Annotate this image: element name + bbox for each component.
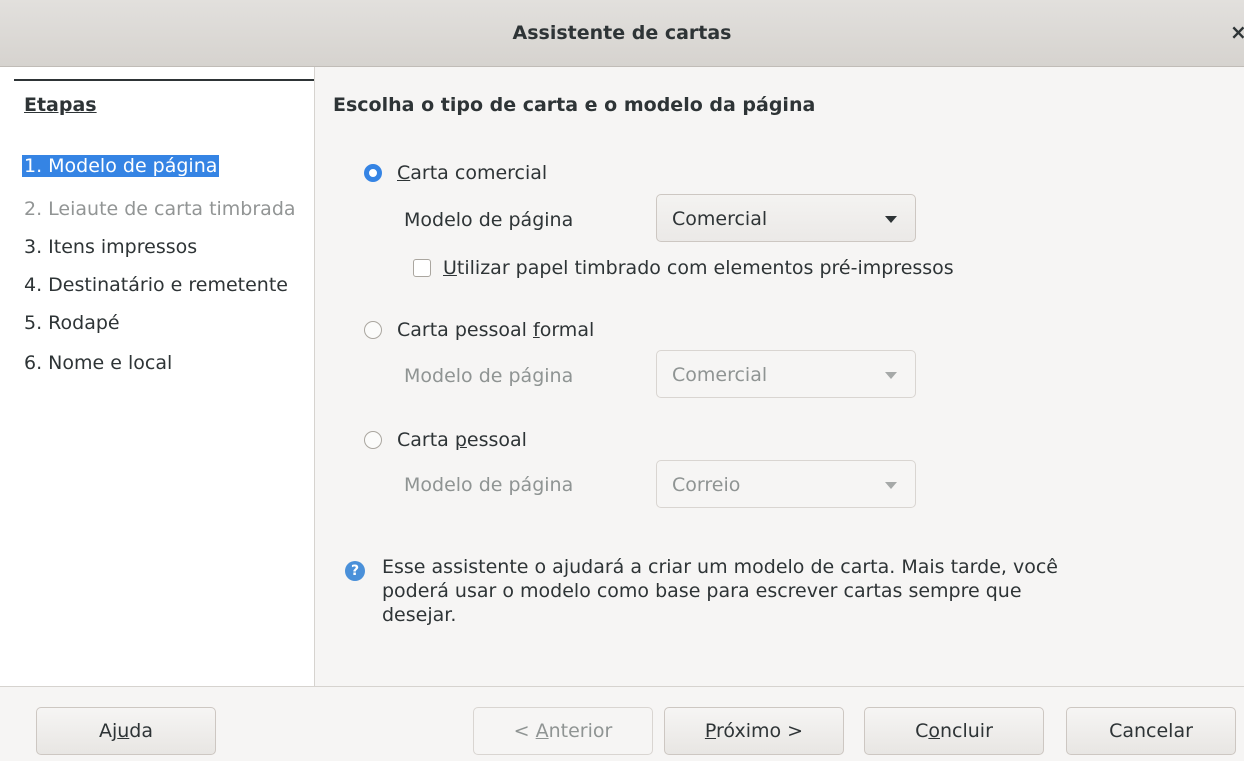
cancel-button[interactable]: Cancelar [1066,707,1236,755]
chevron-down-icon [885,372,897,379]
next-button[interactable]: Próximo > [664,707,844,755]
formal-personal-letter-label[interactable]: Carta pessoal formal [397,319,594,341]
formal-personal-letter-radio[interactable] [364,321,382,339]
letterhead-checkbox-label[interactable]: Utilizar papel timbrado com elementos pr… [443,257,954,279]
business-template-value: Comercial [672,208,768,230]
business-template-dropdown[interactable]: Comercial [656,194,916,242]
business-letter-radio[interactable] [364,164,382,182]
personal-template-value: Correio [672,474,741,496]
letterhead-checkbox[interactable] [413,259,431,277]
help-icon: ? [345,561,365,581]
steps-title: Etapas [24,94,97,116]
finish-button[interactable]: Concluir [864,707,1044,755]
step-letterhead-layout: 2. Leiaute de carta timbrada [24,198,296,220]
chevron-down-icon [885,216,897,223]
formal-template-label: Modelo de página [404,365,574,387]
info-message: Esse assistente o ajudará a criar um mod… [382,556,1058,626]
steps-sidebar: Etapas 1. Modelo de página 2. Leiaute de… [0,67,315,686]
window-title: Assistente de cartas [512,22,732,44]
help-button[interactable]: Ajuda [36,707,216,755]
personal-template-label: Modelo de página [404,474,574,496]
step-printed-items[interactable]: 3. Itens impressos [24,236,197,258]
personal-letter-label[interactable]: Carta pessoal [397,429,527,451]
business-letter-label[interactable]: Carta comercial [397,162,547,184]
button-bar: Ajuda < Anterior Próximo > Concluir Canc… [0,686,1244,761]
personal-template-dropdown: Correio [656,460,916,508]
formal-template-value: Comercial [672,364,768,386]
close-icon[interactable]: × [1230,18,1244,46]
personal-letter-radio[interactable] [364,431,382,449]
step-recipient-sender[interactable]: 4. Destinatário e remetente [24,274,288,296]
page-heading: Escolha o tipo de carta e o modelo da pá… [333,94,816,116]
previous-button: < Anterior [473,707,653,755]
step-footer[interactable]: 5. Rodapé [24,312,120,334]
chevron-down-icon [885,482,897,489]
business-template-label: Modelo de página [404,209,574,231]
sidebar-divider [14,79,314,81]
step-page-design[interactable]: 1. Modelo de página [22,155,220,177]
formal-template-dropdown: Comercial [656,350,916,398]
step-name-location[interactable]: 6. Nome e local [24,352,172,374]
title-bar: Assistente de cartas × [0,0,1244,67]
